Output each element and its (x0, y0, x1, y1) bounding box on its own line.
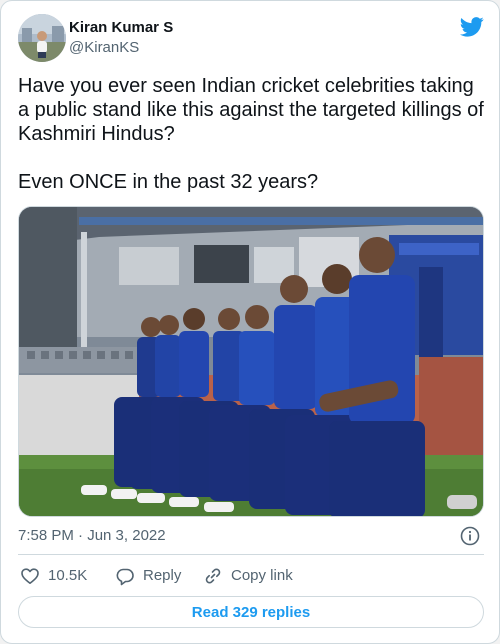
copy-link-button[interactable]: Copy link (203, 565, 293, 587)
author-handle[interactable]: @KiranKS (69, 38, 173, 58)
reply-icon (116, 568, 134, 586)
avatar[interactable] (18, 14, 66, 62)
avatar-image (18, 14, 66, 62)
twitter-bird-icon[interactable] (460, 17, 484, 37)
read-replies-button[interactable]: Read 329 replies (18, 596, 484, 628)
tweet-actions: 10.5K Reply Copy link (18, 565, 484, 587)
cricket-team-kneeling-photo (19, 207, 483, 516)
info-icon[interactable] (460, 526, 480, 546)
like-count: 10.5K (48, 567, 88, 584)
tweet-timestamp[interactable]: 7:58 PM · Jun 3, 2022 (18, 527, 166, 544)
like-button[interactable]: 10.5K (20, 565, 87, 587)
tweet-photo[interactable] (18, 206, 484, 517)
reply-button[interactable]: Reply (115, 565, 181, 587)
copy-link-label: Copy link (231, 567, 293, 584)
reply-label: Reply (143, 567, 182, 584)
read-replies-label: Read 329 replies (191, 603, 311, 621)
author-display-name[interactable]: Kiran Kumar S (69, 18, 173, 38)
link-icon (205, 568, 221, 584)
tweet-meta: 7:58 PM · Jun 3, 2022 (18, 526, 484, 546)
tweet-card: Kiran Kumar S @KiranKS Have you ever see… (0, 0, 500, 644)
tweet-text: Have you ever seen Indian cricket celebr… (18, 75, 484, 193)
author-names: Kiran Kumar S @KiranKS (69, 18, 173, 58)
tweet-header: Kiran Kumar S @KiranKS (18, 14, 484, 64)
heart-icon (21, 568, 39, 584)
divider (18, 554, 484, 555)
